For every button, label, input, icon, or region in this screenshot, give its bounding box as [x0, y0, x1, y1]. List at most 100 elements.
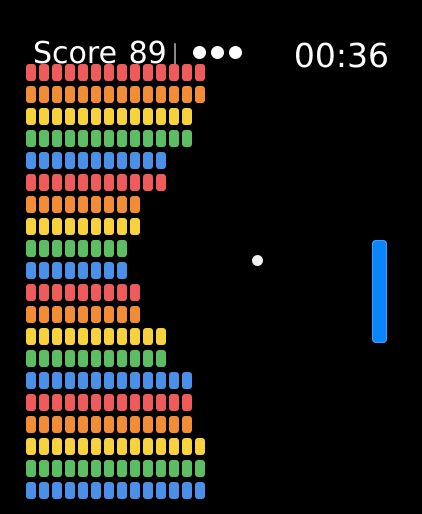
brick-orange	[104, 196, 114, 213]
brick-red	[91, 284, 101, 301]
brick-blue	[104, 372, 114, 389]
brick-green	[117, 240, 127, 257]
brick-orange	[156, 416, 166, 433]
life-dot	[211, 46, 224, 59]
brick-orange	[91, 86, 101, 103]
brick-blue	[130, 482, 140, 499]
brick-green	[78, 350, 88, 367]
brick-red	[130, 284, 140, 301]
brick-green	[143, 130, 153, 147]
brick-orange	[143, 86, 153, 103]
life-dot	[193, 46, 206, 59]
brick-blue	[156, 482, 166, 499]
brick-yellow	[78, 438, 88, 455]
brick-orange	[39, 86, 49, 103]
brick-orange	[52, 306, 62, 323]
brick-red	[26, 64, 36, 81]
brick-yellow	[39, 218, 49, 235]
brick-orange	[78, 196, 88, 213]
brick-red	[52, 394, 62, 411]
brick-yellow	[104, 218, 114, 235]
brick-red	[26, 174, 36, 191]
brick-orange	[91, 196, 101, 213]
brick-red	[65, 394, 75, 411]
brick-yellow	[104, 438, 114, 455]
brick-yellow	[169, 438, 179, 455]
brick-red	[117, 284, 127, 301]
brick-green	[104, 350, 114, 367]
brick-yellow	[182, 108, 192, 125]
brick-yellow	[26, 108, 36, 125]
brick-red	[182, 394, 192, 411]
brick-red	[52, 284, 62, 301]
brick-green	[130, 130, 140, 147]
brick-red	[117, 394, 127, 411]
brick-orange	[117, 196, 127, 213]
brick-orange	[39, 306, 49, 323]
brick-yellow	[156, 438, 166, 455]
brick-red	[117, 64, 127, 81]
brick-green	[104, 240, 114, 257]
brick-blue	[78, 152, 88, 169]
brick-blue	[156, 152, 166, 169]
brick-green	[39, 350, 49, 367]
brick-yellow	[52, 218, 62, 235]
brick-orange	[91, 416, 101, 433]
brick-blue	[143, 372, 153, 389]
brick-yellow	[52, 328, 62, 345]
brick-orange	[78, 416, 88, 433]
brick-red	[39, 174, 49, 191]
brick-blue	[39, 482, 49, 499]
brick-green	[182, 460, 192, 477]
brick-green	[156, 460, 166, 477]
brick-orange	[130, 86, 140, 103]
brick-red	[26, 284, 36, 301]
brick-yellow	[91, 218, 101, 235]
brick-orange	[26, 306, 36, 323]
brick-blue	[169, 482, 179, 499]
brick-red	[143, 394, 153, 411]
brick-yellow	[117, 108, 127, 125]
brick-blue	[104, 262, 114, 279]
brick-red	[78, 394, 88, 411]
brick-red	[91, 394, 101, 411]
brick-blue	[78, 262, 88, 279]
brick-yellow	[91, 108, 101, 125]
brick-yellow	[104, 108, 114, 125]
paddle[interactable]	[372, 240, 387, 343]
brick-orange	[26, 416, 36, 433]
brick-green	[91, 240, 101, 257]
brick-green	[169, 460, 179, 477]
brick-orange	[182, 416, 192, 433]
brick-blue	[91, 372, 101, 389]
game-screen[interactable]: Score 89 00:36	[0, 0, 422, 514]
brick-green	[39, 130, 49, 147]
brick-green	[39, 460, 49, 477]
brick-red	[78, 174, 88, 191]
brick-green	[195, 460, 205, 477]
brick-red	[65, 284, 75, 301]
brick-orange	[169, 86, 179, 103]
brick-red	[39, 394, 49, 411]
brick-green	[130, 460, 140, 477]
brick-yellow	[143, 328, 153, 345]
brick-red	[91, 174, 101, 191]
brick-green	[78, 240, 88, 257]
brick-blue	[39, 262, 49, 279]
brick-green	[156, 350, 166, 367]
brick-blue	[65, 482, 75, 499]
brick-blue	[26, 262, 36, 279]
brick-blue	[78, 372, 88, 389]
brick-red	[91, 64, 101, 81]
brick-yellow	[65, 108, 75, 125]
brick-red	[26, 394, 36, 411]
ball	[252, 255, 263, 266]
brick-green	[104, 130, 114, 147]
brick-orange	[26, 86, 36, 103]
brick-orange	[117, 416, 127, 433]
lives-indicator	[193, 46, 242, 59]
brick-blue	[26, 372, 36, 389]
brick-yellow	[143, 108, 153, 125]
timer: 00:36	[293, 36, 389, 75]
brick-orange	[169, 416, 179, 433]
